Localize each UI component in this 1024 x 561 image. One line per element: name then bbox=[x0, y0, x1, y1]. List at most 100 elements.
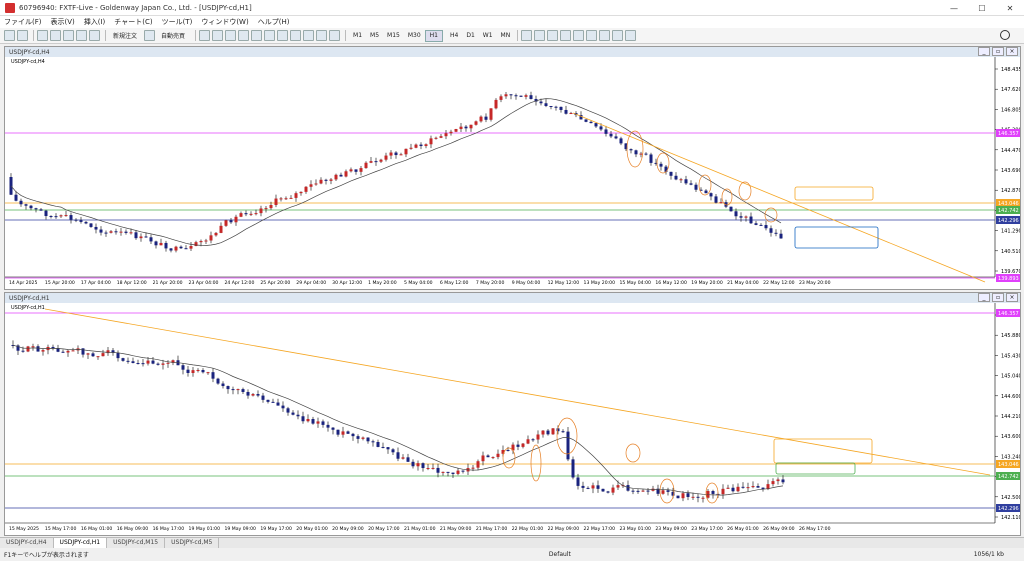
candle-body bbox=[391, 449, 395, 453]
h4-chart-canvas[interactable]: 148.435147.620146.805145.290144.470143.6… bbox=[5, 57, 1020, 289]
candle-body bbox=[591, 485, 595, 489]
candle-body bbox=[676, 495, 680, 499]
terminal-icon[interactable] bbox=[76, 30, 87, 41]
candle-body bbox=[524, 95, 528, 97]
candle-body bbox=[454, 129, 458, 132]
market-watch-icon[interactable] bbox=[37, 30, 48, 41]
candle-body bbox=[774, 232, 778, 234]
zoom-out-icon[interactable] bbox=[251, 30, 263, 41]
candle-body bbox=[91, 353, 95, 357]
candle-body bbox=[321, 421, 325, 425]
candle-body bbox=[241, 389, 245, 392]
templates-icon[interactable] bbox=[329, 30, 341, 41]
cursor-icon[interactable] bbox=[521, 30, 533, 41]
candle-body bbox=[184, 248, 188, 250]
candle-body bbox=[284, 198, 288, 200]
candle-body bbox=[256, 394, 260, 396]
tf-m1[interactable]: M1 bbox=[349, 32, 366, 39]
channel-icon[interactable] bbox=[586, 30, 598, 41]
zoom-in-icon[interactable] bbox=[238, 30, 250, 41]
chart-shift-icon[interactable] bbox=[290, 30, 302, 41]
menu-window[interactable]: ウィンドウ(W) bbox=[201, 17, 248, 27]
new-order-button[interactable]: 新規注文 bbox=[109, 30, 141, 42]
candle-chart-icon[interactable] bbox=[212, 30, 224, 41]
bar-chart-icon[interactable] bbox=[199, 30, 211, 41]
profiles-icon[interactable] bbox=[17, 30, 28, 41]
chart-close-button[interactable]: × bbox=[1006, 293, 1018, 302]
navigator-icon[interactable] bbox=[63, 30, 74, 41]
chart-minimize-button[interactable]: _ bbox=[978, 293, 990, 302]
candle-body bbox=[704, 190, 708, 194]
tab-usdjpy-m5[interactable]: USDJPY-cd,M5 bbox=[165, 538, 220, 548]
green-price-label: 142.742 bbox=[998, 208, 1019, 214]
tf-h1[interactable]: H1 bbox=[424, 29, 443, 42]
tf-mn[interactable]: MN bbox=[497, 32, 515, 39]
x-tick-label: 22 May 12:00 bbox=[763, 280, 795, 286]
horizontal-line-icon[interactable] bbox=[560, 30, 572, 41]
menu-file[interactable]: ファイル(F) bbox=[4, 17, 42, 27]
candle-body bbox=[714, 196, 718, 203]
tf-m15[interactable]: M15 bbox=[383, 32, 404, 39]
divider bbox=[195, 30, 197, 41]
candle-body bbox=[644, 153, 648, 155]
candle-body bbox=[71, 350, 75, 352]
candle-body bbox=[484, 116, 488, 120]
candle-body bbox=[9, 177, 13, 195]
close-button[interactable]: ✕ bbox=[996, 0, 1024, 16]
tf-w1[interactable]: W1 bbox=[479, 32, 497, 39]
magenta-price-label: 146.357 bbox=[998, 131, 1019, 137]
tab-usdjpy-h4[interactable]: USDJPY-cd,H4 bbox=[0, 538, 54, 548]
tab-usdjpy-m15[interactable]: USDJPY-cd,M15 bbox=[107, 538, 166, 548]
auto-trading-button[interactable]: 自動売買 bbox=[157, 30, 189, 42]
arrows-icon[interactable] bbox=[625, 30, 637, 41]
chart-maximize-button[interactable]: ▫ bbox=[992, 293, 1004, 302]
candle-body bbox=[159, 242, 163, 246]
trendline-icon[interactable] bbox=[573, 30, 585, 41]
tab-usdjpy-h1[interactable]: USDJPY-cd,H1 bbox=[53, 538, 108, 548]
tile-icon[interactable] bbox=[264, 30, 276, 41]
minimize-button[interactable]: — bbox=[940, 0, 968, 16]
chart-close-button[interactable]: × bbox=[1006, 47, 1018, 56]
chart-minimize-button[interactable]: _ bbox=[978, 47, 990, 56]
candle-body bbox=[781, 479, 785, 483]
h1-chart-canvas[interactable]: 146.165145.880145.430145.040144.600144.2… bbox=[5, 303, 1020, 535]
maximize-button[interactable]: ☐ bbox=[968, 0, 996, 16]
candle-body bbox=[94, 226, 98, 230]
fibonacci-icon[interactable] bbox=[599, 30, 611, 41]
menu-view[interactable]: 表示(V) bbox=[51, 17, 75, 27]
candle-body bbox=[116, 352, 120, 359]
menu-tools[interactable]: ツール(T) bbox=[162, 17, 193, 27]
periods-icon[interactable] bbox=[316, 30, 328, 41]
candle-body bbox=[86, 353, 90, 355]
candle-body bbox=[421, 463, 425, 469]
indicators-icon[interactable] bbox=[303, 30, 315, 41]
autoscroll-icon[interactable] bbox=[277, 30, 289, 41]
candle-body bbox=[709, 193, 713, 197]
data-window-icon[interactable] bbox=[50, 30, 61, 41]
menu-chart[interactable]: チャート(C) bbox=[114, 17, 152, 27]
chart-background bbox=[5, 303, 1020, 535]
x-tick-label: 23 May 09:00 bbox=[655, 526, 687, 532]
crosshair-icon[interactable] bbox=[534, 30, 546, 41]
vertical-line-icon[interactable] bbox=[547, 30, 559, 41]
candle-body bbox=[89, 223, 93, 227]
search-icon[interactable] bbox=[1000, 30, 1010, 40]
chart-maximize-button[interactable]: ▫ bbox=[992, 47, 1004, 56]
candle-body bbox=[681, 493, 685, 499]
tf-h4[interactable]: H4 bbox=[446, 32, 462, 39]
line-chart-icon[interactable] bbox=[225, 30, 237, 41]
menu-insert[interactable]: 挿入(I) bbox=[84, 17, 106, 27]
candle-body bbox=[346, 431, 350, 434]
menu-help[interactable]: ヘルプ(H) bbox=[258, 17, 290, 27]
tester-icon[interactable] bbox=[89, 30, 100, 41]
metaeditor-icon[interactable] bbox=[144, 30, 156, 41]
text-tool-icon[interactable] bbox=[612, 30, 624, 41]
tf-d1[interactable]: D1 bbox=[462, 32, 478, 39]
tf-m5[interactable]: M5 bbox=[366, 32, 383, 39]
new-chart-icon[interactable] bbox=[4, 30, 15, 41]
auto-trading-label: 自動売買 bbox=[161, 33, 186, 40]
tf-m30[interactable]: M30 bbox=[404, 32, 425, 39]
chart-window-h1[interactable]: USDJPY-cd,H1 _▫× 146.165145.880145.43014… bbox=[4, 292, 1021, 536]
divider bbox=[345, 30, 347, 41]
chart-window-h4[interactable]: USDJPY-cd,H4 _ ▫ × 148.435 147.620 146.805 14… bbox=[4, 46, 1021, 290]
